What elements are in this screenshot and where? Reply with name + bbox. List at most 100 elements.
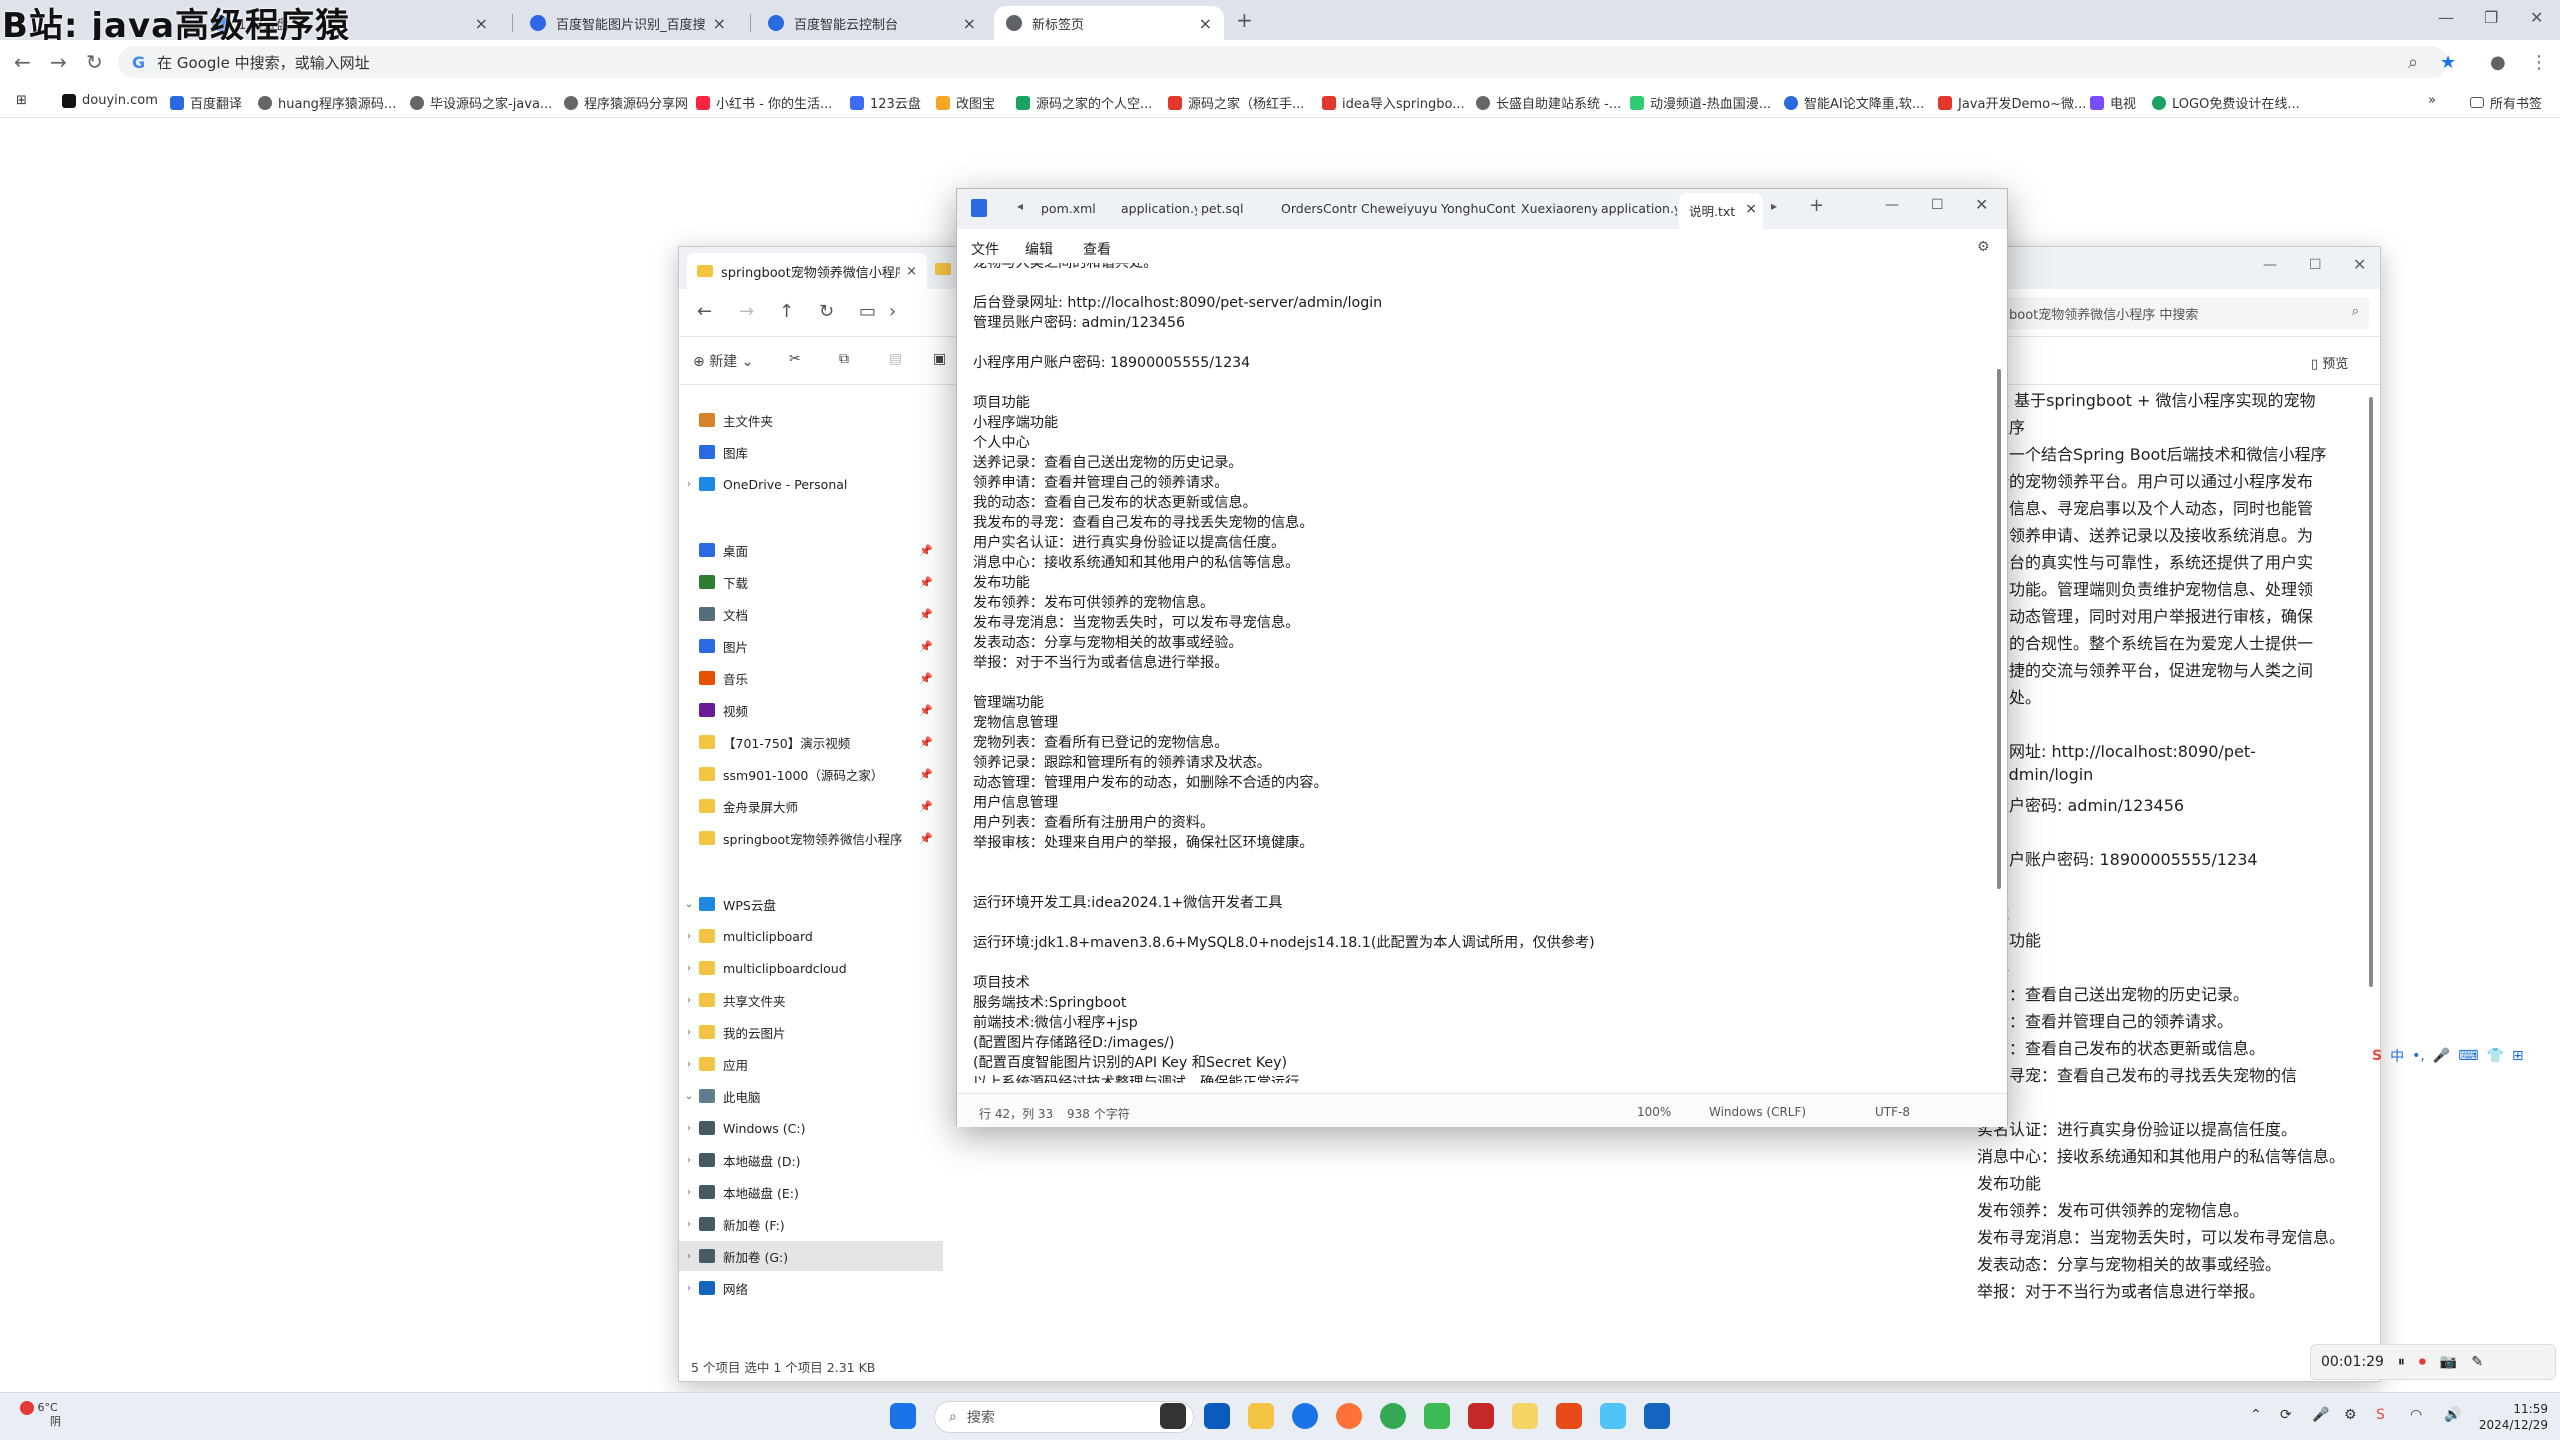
preview-toggle[interactable]: ▯ 预览 xyxy=(2311,353,2348,372)
volume-icon[interactable]: 🔊 xyxy=(2444,1407,2461,1423)
bookmark-item[interactable]: 小红书 - 你的生活... xyxy=(696,93,832,112)
preview-scrollbar[interactable] xyxy=(2369,397,2373,987)
menu-icon[interactable]: ⋮ xyxy=(2530,52,2548,73)
sidebar-item[interactable]: 图库 xyxy=(679,437,943,467)
sidebar-item[interactable]: › 我的云图片 xyxy=(679,1017,943,1047)
monitor-icon[interactable]: ▭ xyxy=(859,301,876,322)
firefox-icon[interactable] xyxy=(1336,1403,1362,1429)
new-tab-icon[interactable]: + xyxy=(1809,195,1824,216)
stop-icon[interactable]: ⏺ xyxy=(2419,1354,2426,1370)
notepad-tab[interactable]: Cheweiyuyu xyxy=(1361,201,1437,216)
chevron-icon[interactable]: › xyxy=(679,1219,699,1230)
chevron-icon[interactable]: ⌄ xyxy=(679,899,699,910)
idea-icon[interactable] xyxy=(1424,1403,1450,1429)
explorer-search-input[interactable]: boot宠物领养微信小程序 中搜索 ⌕ xyxy=(1999,297,2369,329)
sogou-icon[interactable]: S xyxy=(2372,1048,2382,1064)
sidebar-item[interactable]: › 本地磁盘 (E:) xyxy=(679,1177,943,1207)
close-window-icon[interactable]: ✕ xyxy=(2353,255,2366,274)
sidebar-item[interactable]: 【701-750】演示视频 📌 xyxy=(679,727,943,757)
bookmark-item[interactable]: LOGO免费设计在线... xyxy=(2152,93,2300,112)
profile-icon[interactable]: ● xyxy=(2490,52,2506,73)
taskbar-clock[interactable]: 11:59 2024/12/29 xyxy=(2478,1401,2548,1433)
edge-icon[interactable] xyxy=(1292,1403,1318,1429)
pin-icon[interactable]: 📌 xyxy=(919,608,933,621)
close-icon[interactable]: × xyxy=(713,14,726,33)
notepad-tab[interactable]: YonghuCont xyxy=(1441,201,1517,216)
new-button[interactable]: ⊕ 新建 ⌄ xyxy=(693,351,753,371)
sidebar-item[interactable]: 桌面 📌 xyxy=(679,535,943,565)
taskbar-search[interactable]: ⌕ 搜索 xyxy=(934,1401,1194,1433)
paste-icon[interactable]: ▤ xyxy=(889,351,902,367)
maximize-icon[interactable]: ❐ xyxy=(2484,8,2498,27)
bookmark-item[interactable]: douyin.com xyxy=(62,93,158,108)
skin-icon[interactable]: 👕 xyxy=(2486,1048,2503,1064)
browser-tab[interactable]: 百度智能云控制台 × xyxy=(756,6,988,40)
store-icon[interactable] xyxy=(1204,1403,1230,1429)
chevron-icon[interactable]: › xyxy=(679,1059,699,1070)
notepad-tab[interactable]: application.y xyxy=(1601,201,1677,216)
file-explorer-icon[interactable] xyxy=(1248,1403,1274,1429)
chevron-icon[interactable]: › xyxy=(679,1187,699,1198)
sidebar-item[interactable]: springboot宠物领养微信小程序 📌 xyxy=(679,823,943,853)
notepad-tab-active[interactable]: 说明.txt × xyxy=(1679,193,1763,229)
notepad-tab[interactable]: OrdersContr xyxy=(1281,201,1357,216)
tray-chevron-icon[interactable]: ⌃ xyxy=(2250,1407,2262,1423)
editor-scrollbar[interactable] xyxy=(1997,369,2001,889)
close-icon[interactable]: × xyxy=(1199,14,1212,33)
ime-chinese-icon[interactable]: 中 xyxy=(2390,1046,2404,1066)
pin-icon[interactable]: 📌 xyxy=(919,640,933,653)
cut-icon[interactable]: ✂ xyxy=(789,351,801,367)
settings-tray-icon[interactable]: ⚙ xyxy=(2344,1407,2357,1423)
copy-icon[interactable]: ⧉ xyxy=(839,351,849,367)
sidebar-item[interactable]: › 共享文件夹 xyxy=(679,985,943,1015)
forward-icon[interactable]: → xyxy=(50,50,67,74)
sidebar-item[interactable]: ⌄ WPS云盘 xyxy=(679,889,943,919)
chevron-icon[interactable]: › xyxy=(679,1251,699,1262)
chevron-icon[interactable]: › xyxy=(679,995,699,1006)
bookmark-item[interactable]: 动漫频道-热血国漫... xyxy=(1630,93,1771,112)
notepad-tab[interactable]: application.y xyxy=(1121,201,1197,216)
chevron-icon[interactable]: › xyxy=(679,931,699,942)
wifi-icon[interactable]: ◠ xyxy=(2410,1407,2422,1423)
address-bar[interactable]: G 在 Google 中搜索，或输入网址 xyxy=(118,46,2448,78)
notepad-tab[interactable]: pet.sql xyxy=(1201,201,1277,216)
menu-view[interactable]: 查看 xyxy=(1083,239,1111,259)
close-icon[interactable]: × xyxy=(475,14,488,33)
close-window-icon[interactable]: ✕ xyxy=(2530,8,2543,27)
network-icon[interactable]: ⟳ xyxy=(2280,1407,2292,1423)
pen-icon[interactable]: ✎ xyxy=(2471,1354,2483,1370)
sidebar-item[interactable]: ssm901-1000（源码之家） 📌 xyxy=(679,759,943,789)
weather-widget[interactable]: 6°C 阴 xyxy=(20,1401,61,1429)
pin-icon[interactable]: 📌 xyxy=(919,768,933,781)
bookmark-item[interactable]: Java开发Demo~微... xyxy=(1938,93,2086,112)
notepad-taskbar-icon[interactable] xyxy=(1644,1403,1670,1429)
chevron-icon[interactable]: ⌄ xyxy=(679,1091,699,1102)
sidebar-item[interactable]: › Windows (C:) xyxy=(679,1113,943,1143)
back-icon[interactable]: ← xyxy=(14,50,31,74)
encoding[interactable]: UTF-8 xyxy=(1875,1105,1910,1119)
bookmark-item[interactable]: 智能AI论文降重,软... xyxy=(1784,93,1924,112)
text-editor-area[interactable]: 宠物与人类之间的和谐共处。 后台登录网址: http://localhost:80… xyxy=(973,263,1973,1083)
pause-icon[interactable]: ⏸ xyxy=(2398,1354,2405,1370)
record-app-icon[interactable] xyxy=(1468,1403,1494,1429)
sidebar-item[interactable]: › 应用 xyxy=(679,1049,943,1079)
windows-start-icon[interactable] xyxy=(890,1403,916,1429)
chevron-icon[interactable]: › xyxy=(679,1027,699,1038)
explorer-tab[interactable]: springboot宠物领养微信小程序 × xyxy=(687,253,927,289)
chevron-icon[interactable]: › xyxy=(679,1283,699,1294)
chevron-icon[interactable]: › xyxy=(679,479,699,490)
sidebar-item[interactable]: › OneDrive - Personal xyxy=(679,469,943,499)
close-icon[interactable]: × xyxy=(963,14,976,33)
rename-icon[interactable]: ▣ xyxy=(933,351,946,367)
sidebar-item[interactable]: › 新加卷 (G:) xyxy=(679,1241,943,1271)
wps-icon[interactable] xyxy=(1556,1403,1582,1429)
browser-tab-active[interactable]: 新标签页 × xyxy=(994,6,1224,40)
pin-icon[interactable]: 📌 xyxy=(919,800,933,813)
bookmark-item[interactable]: 电视 xyxy=(2090,93,2136,112)
line-ending[interactable]: Windows (CRLF) xyxy=(1709,1105,1806,1119)
maximize-icon[interactable]: ☐ xyxy=(2309,257,2322,273)
minimize-icon[interactable]: — xyxy=(1885,197,1899,213)
bookmark-item[interactable]: 改图宝 xyxy=(936,93,995,112)
all-bookmarks[interactable]: 所有书签 xyxy=(2470,93,2542,112)
sidebar-item[interactable]: › multiclipboard xyxy=(679,921,943,951)
